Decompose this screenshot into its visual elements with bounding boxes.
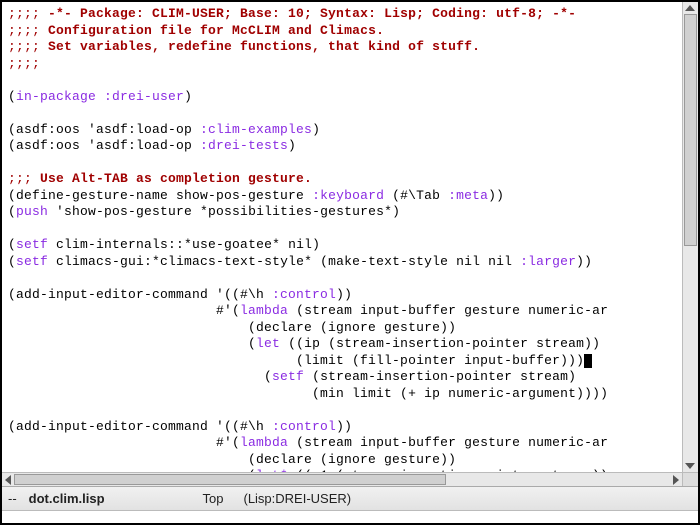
comment-text: Set variables, redefine functions, that … — [48, 39, 480, 54]
code-text: (add-input-editor-command '((#\h — [8, 287, 272, 302]
code-text: (min limit (+ ip numeric-argument)))) — [8, 386, 608, 401]
vertical-scroll-thumb[interactable] — [684, 14, 697, 246]
code-text: (declare (ignore gesture)) — [8, 452, 456, 467]
text-cursor — [584, 354, 592, 368]
code-text: 'show-pos-gesture *possibilities-gesture… — [48, 204, 400, 219]
modeline: -- dot.clim.lisp Top (Lisp:DREI-USER) — [2, 486, 698, 510]
keyword: in-package — [16, 89, 96, 104]
comment-prefix: ;;;; — [8, 56, 40, 71]
code-text: (stream-insertion-pointer stream) — [304, 369, 576, 384]
keyword: let — [256, 336, 280, 351]
editor-area: ;;;; -*- Package: CLIM-USER; Base: 10; S… — [2, 2, 698, 472]
keyword: setf — [16, 254, 48, 269]
code-text: (declare (ignore gesture)) — [8, 320, 456, 335]
scroll-left-icon[interactable] — [5, 475, 11, 485]
code-text: ((ip (stream-insertion-pointer stream)) — [280, 336, 600, 351]
keyword-symbol: :drei-tests — [200, 138, 288, 153]
scroll-up-icon[interactable] — [685, 5, 695, 11]
code-text: (stream input-buffer gesture numeric-ar — [288, 435, 608, 450]
code-text: (asdf:oos 'asdf:load-op — [8, 122, 200, 137]
comment-prefix: ;;;; — [8, 39, 48, 54]
scroll-corner — [682, 472, 698, 486]
comment-text: -*- Package: CLIM-USER; Base: 10; Syntax… — [48, 6, 576, 21]
horizontal-scroll-thumb[interactable] — [14, 474, 446, 485]
code-text: clim-internals::*use-goatee* nil) — [48, 237, 320, 252]
keyword-symbol: :meta — [448, 188, 488, 203]
keyword: lambda — [240, 435, 288, 450]
keyword-symbol: :control — [272, 287, 336, 302]
keyword-symbol: :control — [272, 419, 336, 434]
code-pane[interactable]: ;;;; -*- Package: CLIM-USER; Base: 10; S… — [2, 2, 682, 472]
keyword: setf — [272, 369, 304, 384]
comment-text: Use Alt-TAB as completion gesture. — [40, 171, 312, 186]
code-text: (limit (fill-pointer input-buffer))) — [8, 353, 584, 368]
keyword: push — [16, 204, 48, 219]
horizontal-scroll-row — [2, 472, 698, 486]
code-text: climacs-gui:*climacs-text-style* (make-t… — [48, 254, 520, 269]
code-text: (add-input-editor-command '((#\h — [8, 419, 272, 434]
keyword-symbol: :keyboard — [312, 188, 384, 203]
keyword-symbol: :clim-examples — [200, 122, 312, 137]
editor-window: ;;;; -*- Package: CLIM-USER; Base: 10; S… — [0, 0, 700, 525]
vertical-scrollbar[interactable] — [682, 2, 698, 472]
comment-prefix: ;;; — [8, 171, 40, 186]
comment-prefix: ;;;; — [8, 6, 48, 21]
keyword: setf — [16, 237, 48, 252]
scroll-down-icon[interactable] — [685, 463, 695, 469]
code-text: (define-gesture-name show-pos-gesture — [8, 188, 312, 203]
filename: dot.clim.lisp — [29, 491, 105, 506]
code-text: (stream input-buffer gesture numeric-ar — [288, 303, 608, 318]
scroll-position: Top — [203, 491, 224, 506]
minibuffer[interactable] — [2, 510, 698, 523]
horizontal-scrollbar[interactable] — [2, 472, 682, 486]
code-text: (asdf:oos 'asdf:load-op — [8, 138, 200, 153]
keyword: lambda — [240, 303, 288, 318]
keyword-symbol: :larger — [520, 254, 576, 269]
modified-indicator: -- — [8, 491, 17, 506]
major-mode: (Lisp:DREI-USER) — [243, 491, 351, 506]
comment-text: Configuration file for McCLIM and Climac… — [48, 23, 384, 38]
comment-prefix: ;;;; — [8, 23, 48, 38]
keyword-symbol: :drei-user — [104, 89, 184, 104]
paren: ( — [8, 89, 16, 104]
scroll-right-icon[interactable] — [673, 475, 679, 485]
